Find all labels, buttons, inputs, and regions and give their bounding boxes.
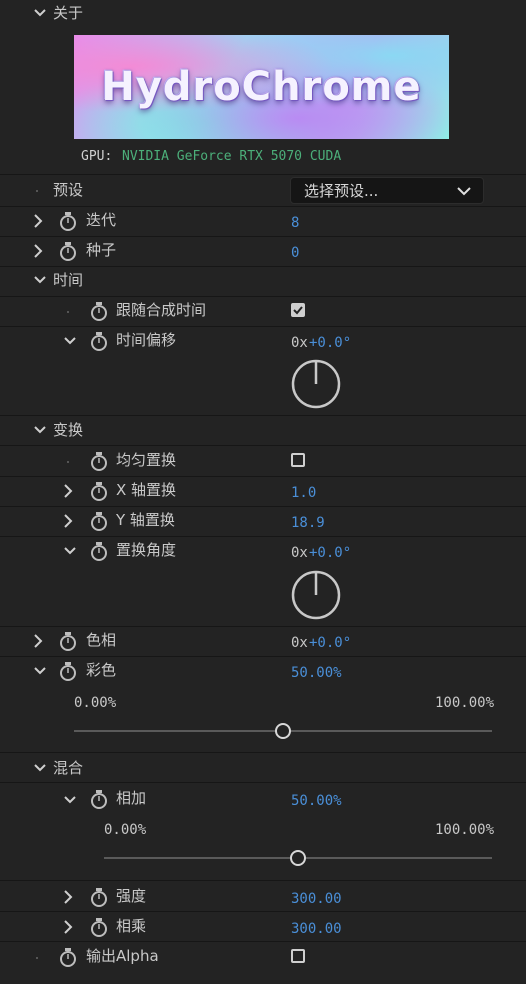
stopwatch-icon[interactable] (90, 451, 108, 471)
preset-label: 预设 (53, 181, 84, 199)
banner-logo-text: HydroChrome (101, 64, 422, 110)
add-value[interactable]: 50.00% (291, 792, 342, 810)
color-label: 彩色 (86, 661, 117, 679)
seed-value[interactable]: 0 (291, 244, 299, 262)
stopwatch-icon[interactable] (90, 511, 108, 531)
section-transform-title[interactable]: 变换 (53, 421, 83, 439)
color-slider-thumb[interactable] (275, 723, 291, 739)
color-value[interactable]: 50.00% (291, 664, 342, 682)
displace-angle-degrees[interactable]: +0.0° (309, 544, 351, 562)
hue-revolutions[interactable]: 0x (291, 634, 308, 652)
section-blend-title[interactable]: 混合 (53, 759, 83, 777)
add-label: 相加 (116, 789, 147, 807)
chevron-right-icon[interactable] (63, 514, 73, 528)
multiply-label: 相乘 (116, 917, 147, 935)
stopwatch-icon[interactable] (90, 331, 108, 351)
preset-dropdown-value: 选择预设... (304, 182, 379, 200)
uniform-displace-label: 均匀置换 (116, 451, 177, 469)
seed-label: 种子 (86, 241, 117, 259)
stopwatch-icon[interactable] (90, 917, 108, 937)
chevron-right-icon[interactable] (63, 890, 73, 904)
stopwatch-icon[interactable] (59, 241, 77, 261)
stopwatch-icon[interactable] (59, 211, 77, 231)
chevron-down-icon[interactable] (34, 666, 46, 676)
section-time-title[interactable]: 时间 (53, 271, 83, 289)
add-slider-thumb[interactable] (290, 850, 306, 866)
stopwatch-icon[interactable] (59, 947, 77, 967)
hue-label: 色相 (86, 631, 117, 649)
follow-time-checkbox[interactable] (291, 303, 305, 317)
stopwatch-icon[interactable] (59, 631, 77, 651)
time-offset-degrees[interactable]: +0.0° (309, 334, 351, 352)
output-alpha-label: 输出Alpha (86, 947, 159, 965)
stopwatch-icon[interactable] (59, 661, 77, 681)
uniform-displace-checkbox[interactable] (291, 453, 305, 467)
iterations-value[interactable]: 8 (291, 214, 299, 232)
section-about-title[interactable]: 关于 (53, 4, 83, 22)
chevron-down-icon[interactable] (64, 546, 76, 556)
stopwatch-icon[interactable] (90, 481, 108, 501)
chevron-down-icon[interactable] (34, 8, 46, 18)
y-displace-value[interactable]: 18.9 (291, 514, 325, 532)
displace-angle-revolutions[interactable]: 0x (291, 544, 308, 562)
intensity-value[interactable]: 300.00 (291, 890, 342, 908)
time-offset-angle-dial[interactable] (291, 359, 341, 409)
chevron-right-icon[interactable] (33, 244, 43, 258)
time-offset-label: 时间偏移 (116, 331, 177, 349)
displace-angle-label: 置换角度 (116, 541, 177, 559)
chevron-down-icon (457, 187, 471, 196)
x-displace-label: X 轴置换 (116, 481, 177, 499)
chevron-down-icon[interactable] (34, 275, 46, 285)
iterations-label: 迭代 (86, 211, 117, 229)
stopwatch-icon[interactable] (90, 541, 108, 561)
add-slider-min: 0.00% (104, 822, 147, 838)
stopwatch-icon[interactable] (90, 887, 108, 907)
output-alpha-checkbox[interactable] (291, 949, 305, 963)
chevron-right-icon[interactable] (63, 484, 73, 498)
chevron-right-icon[interactable] (33, 634, 43, 648)
hue-degrees[interactable]: +0.0° (309, 634, 351, 652)
add-slider-max: 100.00% (435, 822, 495, 838)
x-displace-value[interactable]: 1.0 (291, 484, 316, 502)
gpu-label: GPU: (81, 149, 113, 164)
color-slider-min: 0.00% (74, 695, 117, 711)
chevron-right-icon[interactable] (33, 214, 43, 228)
intensity-label: 强度 (116, 887, 147, 905)
follow-time-label: 跟随合成时间 (116, 301, 207, 319)
chevron-down-icon[interactable] (34, 763, 46, 773)
y-displace-label: Y 轴置换 (116, 511, 175, 529)
chevron-down-icon[interactable] (64, 795, 76, 805)
chevron-down-icon[interactable] (64, 336, 76, 346)
stopwatch-icon[interactable] (90, 789, 108, 809)
stopwatch-icon[interactable] (90, 301, 108, 321)
preset-dropdown[interactable]: 选择预设... (290, 177, 484, 204)
hydrochrome-banner-image: HydroChrome (74, 35, 449, 139)
displace-angle-dial[interactable] (291, 570, 341, 620)
chevron-down-icon[interactable] (34, 425, 46, 435)
checkmark-icon (293, 306, 303, 315)
multiply-value[interactable]: 300.00 (291, 920, 342, 938)
color-slider-max: 100.00% (435, 695, 495, 711)
chevron-right-icon[interactable] (63, 920, 73, 934)
time-offset-revolutions[interactable]: 0x (291, 334, 308, 352)
gpu-value: NVIDIA GeForce RTX 5070 CUDA (122, 149, 342, 164)
